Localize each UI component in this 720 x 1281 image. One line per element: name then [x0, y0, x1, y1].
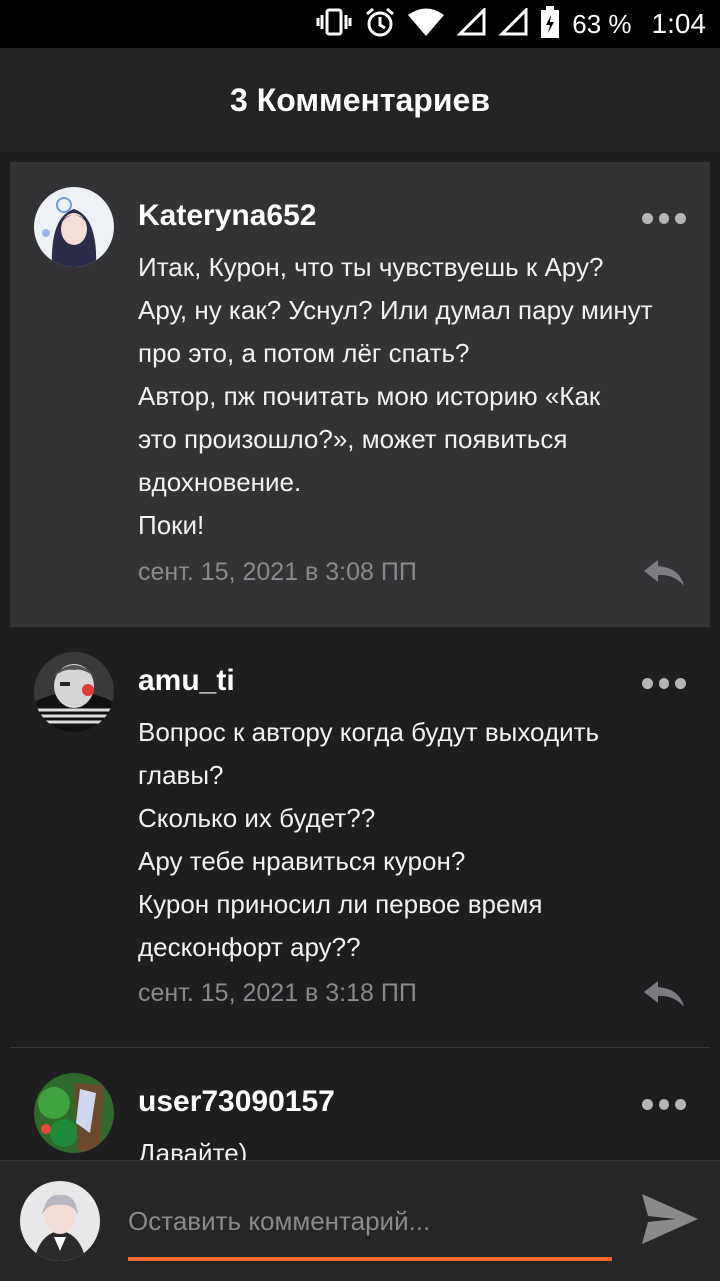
comment-author[interactable]: user73090157 [138, 1085, 335, 1119]
comment-date: сент. 15, 2021 в 3:08 ПП [138, 558, 417, 586]
more-options-icon[interactable] [642, 1096, 687, 1112]
comment-text: Давайте) [138, 1132, 696, 1160]
comment-input[interactable]: Оставить комментарий... [128, 1196, 612, 1246]
status-bar: 63 % 1:04 [0, 0, 720, 48]
comment-line: Курон приносил ли первое время [138, 889, 543, 919]
comment-item[interactable]: amu_ti Вопрос к автору когда будут выход… [10, 626, 710, 1047]
comment-line: Вопрос к автору когда будут выходить [138, 717, 600, 747]
wifi-icon [408, 8, 445, 41]
more-options-icon[interactable] [642, 210, 687, 226]
alarm-icon [364, 6, 396, 43]
vibrate-icon [316, 7, 352, 42]
comment-line: вдохновение. [138, 467, 302, 497]
more-options-icon[interactable] [642, 675, 687, 691]
comment-line: Давайте) [138, 1138, 248, 1160]
comment-line: Поки! [138, 510, 205, 540]
comment-author[interactable]: Kateryna652 [138, 199, 316, 233]
page-title: 3 Комментариев [230, 81, 490, 118]
comment-line: это произошло?», может появиться [138, 424, 568, 454]
comment-line: Ару, ну как? Уснул? Или думал пару минут [138, 295, 653, 325]
comment-line: про это, а потом лёг спать? [138, 338, 470, 368]
battery-percent: 63 % [572, 8, 632, 39]
avatar[interactable] [34, 187, 114, 267]
comment-author[interactable]: amu_ti [138, 664, 235, 698]
input-underline [128, 1257, 612, 1261]
comment-line: Автор, пж почитать мою историю «Как [138, 381, 601, 411]
comment-item[interactable]: user73090157 Давайте) [10, 1047, 710, 1160]
clock: 1:04 [651, 8, 707, 39]
reply-icon[interactable] [642, 979, 686, 1009]
avatar[interactable] [34, 652, 114, 732]
send-icon[interactable] [640, 1190, 700, 1248]
comment-line: Сколько их будет?? [138, 803, 376, 833]
signal-icon [498, 5, 528, 41]
avatar[interactable] [34, 1073, 114, 1153]
comment-list[interactable]: Kateryna652 Итак, Курон, что ты чувствуе… [0, 152, 720, 1160]
comment-line: главы? [138, 760, 224, 790]
signal-icon [456, 5, 486, 41]
comment-text: Итак, Курон, что ты чувствуешь к Ару? Ар… [138, 246, 696, 547]
comment-line: Ару тебе нравиться курон? [138, 846, 466, 876]
comment-text: Вопрос к автору когда будут выходить гла… [138, 711, 696, 969]
user-avatar[interactable] [20, 1181, 100, 1261]
comments-header: 3 Комментариев [0, 48, 720, 152]
battery-icon [540, 5, 560, 43]
comment-date: сент. 15, 2021 в 3:18 ПП [138, 979, 417, 1007]
reply-icon[interactable] [642, 558, 686, 588]
comment-line: Итак, Курон, что ты чувствуешь к Ару? [138, 252, 604, 282]
comment-item[interactable]: Kateryna652 Итак, Курон, что ты чувствуе… [10, 162, 710, 626]
comment-line: десконфорт ару?? [138, 932, 361, 962]
